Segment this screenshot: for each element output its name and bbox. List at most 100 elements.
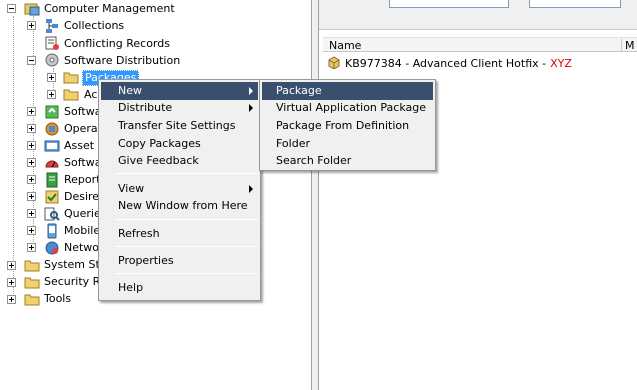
new-submenu: Package Virtual Application Package Pack… [259, 79, 436, 171]
menu-item-new[interactable]: New [101, 82, 258, 100]
submenu-item-label: Folder [276, 137, 310, 150]
menu-separator [115, 173, 258, 174]
expand-toggle[interactable] [27, 158, 36, 167]
submenu-item-search-folder[interactable]: Search Folder [262, 152, 433, 170]
menu-item-label: Help [118, 281, 144, 294]
menu-item-transfer-site-settings[interactable]: Transfer Site Settings [101, 117, 258, 135]
expand-toggle[interactable] [27, 226, 36, 235]
column-header-m[interactable]: M [625, 39, 635, 52]
menu-separator [115, 273, 258, 274]
column-divider[interactable] [621, 39, 622, 51]
menu-item-label: Refresh [118, 227, 160, 240]
software-updates-icon [44, 104, 60, 120]
tree-item-operating-system[interactable]: Opera [64, 122, 98, 136]
expand-toggle[interactable] [47, 90, 56, 99]
expand-toggle[interactable] [27, 243, 36, 252]
list-item-name: KB977384 - Advanced Client Hotfix - [345, 56, 547, 70]
list-header: Name M [323, 37, 637, 52]
tree-item-collections[interactable]: Collections [64, 19, 124, 33]
mobile-device-icon [44, 223, 60, 239]
submenu-item-label: Virtual Application Package [276, 101, 426, 114]
menu-item-distribute[interactable]: Distribute [101, 99, 258, 117]
menu-item-refresh[interactable]: Refresh [101, 225, 258, 243]
column-header-name[interactable]: Name [329, 39, 361, 52]
conflicting-records-icon [44, 35, 60, 51]
collections-icon [44, 18, 60, 34]
expand-toggle[interactable] [27, 107, 36, 116]
submenu-item-package[interactable]: Package [262, 82, 433, 100]
tree-item-software-distribution[interactable]: Software Distribution [64, 54, 180, 68]
submenu-item-label: Search Folder [276, 154, 352, 167]
menu-item-label: Copy Packages [118, 137, 201, 150]
tree-item-computer-management[interactable]: Computer Management [44, 2, 175, 16]
tree-item-software-metering[interactable]: Softwa [64, 156, 101, 170]
tree-item-mobile-device[interactable]: Mobile [64, 224, 100, 238]
tree-item-network-access[interactable]: Netwo [64, 241, 99, 255]
menu-item-view[interactable]: View [101, 180, 258, 198]
expand-toggle[interactable] [27, 124, 36, 133]
expand-toggle[interactable] [7, 295, 16, 304]
tree-item-desired-config[interactable]: Desire [64, 190, 99, 204]
submenu-arrow-icon [249, 185, 253, 193]
operating-system-icon [44, 121, 60, 137]
tree-item-advertisements[interactable]: Ac [84, 88, 97, 102]
software-metering-icon [44, 155, 60, 171]
menu-item-properties[interactable]: Properties [101, 252, 258, 270]
menu-item-give-feedback[interactable]: Give Feedback [101, 152, 258, 170]
expand-toggle[interactable] [47, 73, 56, 82]
tree-connector [13, 16, 14, 298]
submenu-item-virtual-application-package[interactable]: Virtual Application Package [262, 99, 433, 117]
submenu-item-package-from-definition[interactable]: Package From Definition [262, 117, 433, 135]
submenu-item-folder[interactable]: Folder [262, 135, 433, 153]
menu-item-help[interactable]: Help [101, 279, 258, 297]
tree-item-reporting[interactable]: Report [64, 173, 100, 187]
menu-item-label: New Window from Here [118, 199, 248, 212]
search-bar [319, 0, 637, 30]
menu-item-label: Transfer Site Settings [118, 119, 236, 132]
menu-item-label: Give Feedback [118, 154, 199, 167]
tools-icon [24, 291, 40, 307]
system-status-icon [24, 257, 40, 273]
security-rights-icon [24, 274, 40, 290]
tree-item-conflicting-records[interactable]: Conflicting Records [64, 37, 170, 51]
menu-item-label: New [118, 84, 142, 97]
expand-toggle[interactable] [27, 21, 36, 30]
tree-item-asset-intelligence[interactable]: Asset [64, 139, 94, 153]
collapse-toggle[interactable] [7, 4, 16, 13]
tree-item-software-updates[interactable]: Softwa [64, 105, 101, 119]
expand-toggle[interactable] [27, 141, 36, 150]
tree-item-tools[interactable]: Tools [44, 292, 71, 306]
submenu-item-label: Package From Definition [276, 119, 410, 132]
tree-item-queries[interactable]: Querie [64, 207, 101, 221]
reporting-icon [44, 172, 60, 188]
menu-item-copy-packages[interactable]: Copy Packages [101, 135, 258, 153]
expand-toggle[interactable] [27, 192, 36, 201]
menu-separator [115, 219, 258, 220]
column-select[interactable] [529, 0, 621, 8]
packages-folder-icon [63, 69, 79, 85]
expand-toggle[interactable] [7, 261, 16, 270]
submenu-arrow-icon [249, 104, 253, 112]
advertisements-icon [63, 86, 79, 102]
expand-toggle[interactable] [27, 209, 36, 218]
list-item-tag: XYZ [550, 56, 572, 70]
desired-config-icon [44, 189, 60, 205]
expand-toggle[interactable] [7, 278, 16, 287]
search-input[interactable] [389, 0, 509, 8]
list-item[interactable]: KB977384 - Advanced Client Hotfix - XYZ [327, 55, 572, 71]
queries-icon [44, 206, 60, 222]
menu-item-label: Properties [118, 254, 174, 267]
asset-intelligence-icon [44, 138, 60, 154]
menu-separator [115, 246, 258, 247]
collapse-toggle[interactable] [27, 56, 36, 65]
tree-item-security-rights[interactable]: Security R [44, 275, 100, 289]
menu-item-new-window[interactable]: New Window from Here [101, 197, 258, 215]
software-distribution-icon [44, 52, 60, 68]
pane-splitter[interactable] [311, 0, 319, 390]
results-pane: Name M KB977384 - Advanced Client Hotfix… [319, 0, 637, 390]
menu-item-label: View [118, 182, 145, 195]
network-access-icon [44, 240, 60, 256]
computer-management-icon [24, 1, 40, 17]
submenu-item-label: Package [276, 84, 322, 97]
expand-toggle[interactable] [27, 175, 36, 184]
